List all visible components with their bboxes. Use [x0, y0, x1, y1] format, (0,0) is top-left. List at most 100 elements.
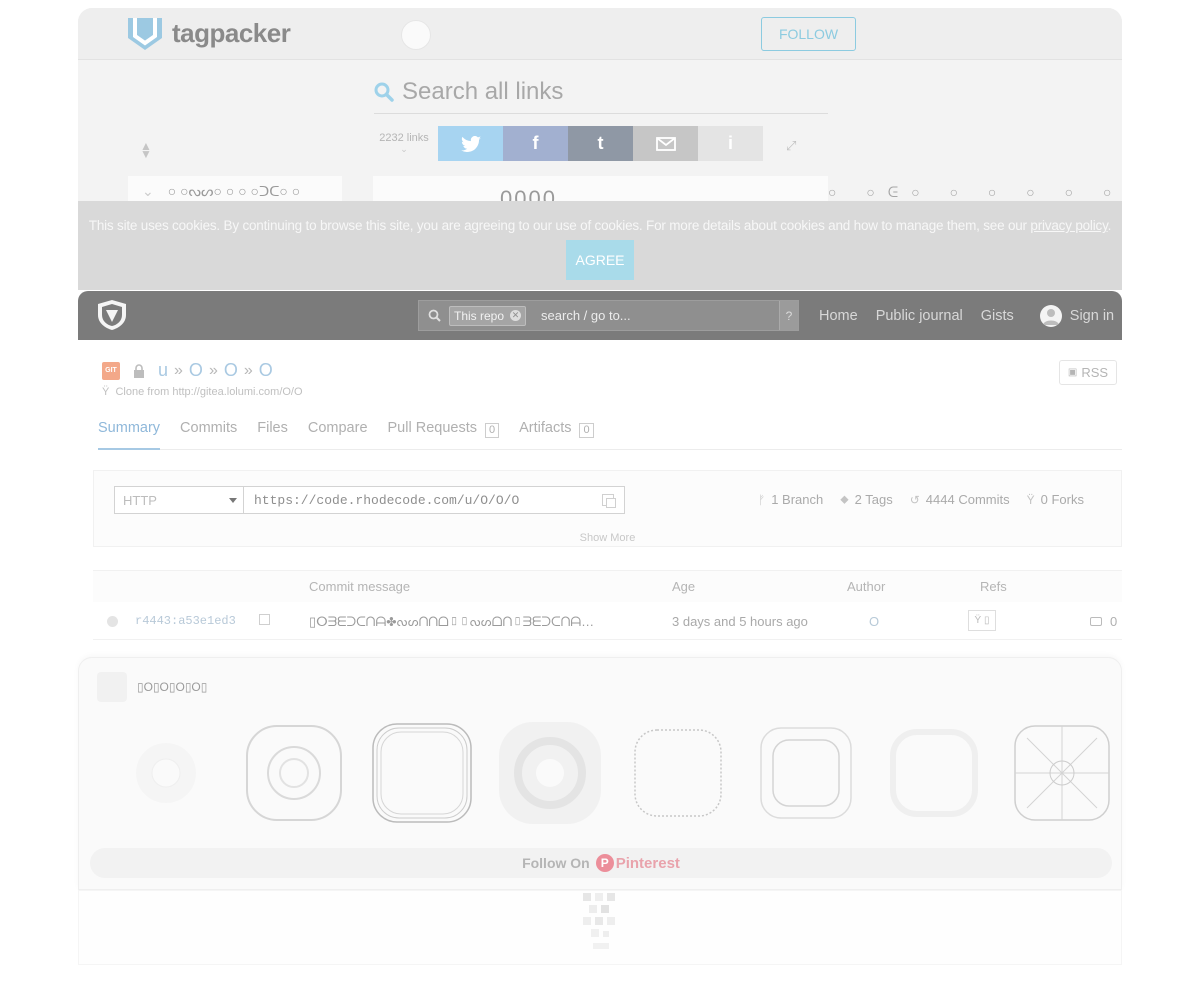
tab-summary[interactable]: Summary: [98, 420, 161, 450]
tagpacker-header: tagpacker FOLLOW: [78, 8, 1122, 60]
breadcrumb-repo[interactable]: O: [259, 360, 273, 381]
sort-icon[interactable]: ▲ ▼: [140, 140, 152, 160]
pin-thumbnail[interactable]: [623, 718, 733, 828]
tags-link[interactable]: ⬥ 2 Tags: [840, 492, 892, 507]
email-share-button[interactable]: [633, 126, 698, 161]
tab-artifacts[interactable]: Artifacts 0: [519, 420, 594, 450]
rss-icon: ▣: [1067, 367, 1078, 378]
pin-thumbnail[interactable]: [495, 718, 605, 828]
pin-thumbnail[interactable]: [367, 718, 477, 828]
tag-dots[interactable]: ○ ○ᕮ○ ○ ○ ○ ○ ○ ○ ○ ○ ○ ○ ○: [828, 184, 1122, 201]
comment-icon: [1090, 617, 1102, 626]
rhodecode-logo-icon[interactable]: [97, 299, 127, 331]
pinterest-logo: P Pinterest: [595, 854, 680, 872]
privacy-policy-link[interactable]: privacy policy: [1030, 218, 1107, 233]
close-icon[interactable]: ✕: [510, 310, 522, 321]
copy-icon[interactable]: [259, 614, 270, 625]
clone-protocol-select[interactable]: HTTP: [114, 486, 244, 514]
table-row[interactable]: r4443:a53e1ed3 ▯ⵔᗱᗴᑐᑕᑎᗩ✤ᔓᔕᑎᑎᗝ▯▯ᔓᔕᗝᑎ▯ᗱᗴᑐᑕ…: [93, 602, 1122, 640]
commits-table-header: Commit message Age Author Refs: [93, 570, 1122, 602]
commits-link[interactable]: ↺ 4444 Commits: [910, 492, 1010, 507]
breadcrumb-user[interactable]: u: [158, 360, 168, 381]
clone-url-value: https://code.rhodecode.com/u/O/O/O: [254, 492, 520, 508]
board-avatar: [97, 672, 127, 702]
links-search-input[interactable]: Search all links: [374, 70, 828, 114]
tab-label: Artifacts: [519, 420, 572, 436]
clone-url-box: HTTP https://code.rhodecode.com/u/O/O/O …: [93, 470, 1122, 547]
copy-icon[interactable]: [602, 494, 616, 508]
pin-thumbnail[interactable]: [879, 718, 989, 828]
commit-ref-badge[interactable]: Ÿ ▯: [968, 610, 996, 631]
search-icon: [419, 309, 449, 322]
header-commit-message: Commit message: [309, 579, 411, 594]
search-scope-chip[interactable]: This repo ✕: [449, 305, 527, 326]
fork-icon: Ÿ: [1026, 492, 1035, 507]
expand-icon[interactable]: ⤢: [786, 138, 800, 153]
pinterest-board-header[interactable]: ▯O▯O▯O▯O▯: [97, 672, 207, 702]
tab-label: Pull Requests: [387, 420, 477, 436]
history-icon: ↺: [909, 492, 920, 507]
comment-count-value: 0: [1110, 614, 1118, 629]
nav-gists-link[interactable]: Gists: [981, 308, 1014, 324]
pin-thumbnail[interactable]: [751, 718, 861, 828]
tab-label: Compare: [307, 420, 368, 436]
tagpacker-logo[interactable]: tagpacker: [126, 14, 291, 52]
clone-source: Ÿ Clone from http://gitea.lolumi.com/O/O: [102, 386, 303, 398]
tab-compare[interactable]: Compare: [308, 420, 368, 450]
follow-button[interactable]: FOLLOW: [761, 17, 856, 51]
clone-url-field[interactable]: https://code.rhodecode.com/u/O/O/O: [243, 486, 625, 514]
tag-list[interactable]: ○ ○ᔓᔕ○ ○ ○ ○ᑐᑕ○ ○: [168, 183, 301, 200]
follow-on-pinterest-button[interactable]: Follow On P Pinterest: [90, 848, 1112, 878]
tab-pull-requests[interactable]: Pull Requests 0: [388, 420, 500, 450]
tab-files[interactable]: Files: [257, 420, 288, 450]
search-help-button[interactable]: ?: [779, 301, 798, 330]
tab-label: Commits: [180, 420, 238, 436]
commit-author[interactable]: O: [869, 614, 879, 629]
search-placeholder: search / go to...: [541, 308, 631, 323]
sign-in-link[interactable]: Sign in: [1039, 304, 1114, 327]
comment-count[interactable]: 0: [1090, 614, 1117, 629]
pin-thumbnail[interactable]: [239, 718, 349, 828]
agree-button[interactable]: AGREE: [566, 240, 634, 280]
email-icon: [655, 136, 676, 151]
repo-summary-page: GIT u » O » O » O Ÿ Clone from http://gi…: [78, 340, 1122, 660]
breadcrumb-separator: »: [208, 361, 218, 379]
tagpacker-logo-text: tagpacker: [172, 17, 291, 48]
show-more-link[interactable]: Show More: [94, 532, 1121, 544]
tab-commits[interactable]: Commits: [180, 420, 237, 450]
tags-count: 2 Tags: [854, 492, 893, 507]
forks-count: 0 Forks: [1040, 492, 1084, 507]
commits-table: Commit message Age Author Refs r4443:a53…: [93, 570, 1122, 640]
rss-button[interactable]: ▣ RSS: [1059, 360, 1117, 385]
status-icon: [107, 616, 118, 627]
tab-label: Files: [257, 420, 288, 436]
facebook-icon: f: [532, 133, 539, 153]
user-avatar[interactable]: [401, 20, 431, 50]
repo-tabs: Summary Commits Files Compare Pull Reque…: [98, 420, 1122, 450]
header-age: Age: [672, 579, 696, 594]
breadcrumb-group-2[interactable]: O: [224, 360, 238, 381]
nav-home-link[interactable]: Home: [819, 308, 858, 324]
link-count[interactable]: 2232 links ⌄: [374, 132, 434, 155]
breadcrumb-group-1[interactable]: O: [189, 360, 203, 381]
repo-search-input[interactable]: This repo ✕ search / go to... ?: [418, 300, 799, 331]
cookie-text: This site uses cookies. By continuing to…: [78, 218, 1122, 233]
pin-thumbnail[interactable]: [111, 718, 221, 828]
more-share-button[interactable]: i: [698, 126, 763, 161]
tag-icon: ⬥: [840, 492, 849, 506]
pinterest-board-widget: ▯O▯O▯O▯O▯ Follow On P Pinterest: [78, 657, 1122, 890]
pinterest-brand: Pinterest: [615, 854, 680, 872]
header-refs: Refs: [980, 579, 1007, 594]
tumblr-share-button[interactable]: t: [568, 126, 633, 161]
twitter-share-button[interactable]: [438, 126, 503, 161]
pin-thumbnail[interactable]: [1007, 718, 1117, 828]
facebook-share-button[interactable]: f: [503, 126, 568, 161]
commit-message[interactable]: ▯ⵔᗱᗴᑐᑕᑎᗩ✤ᔓᔕᑎᑎᗝ▯▯ᔓᔕᗝᑎ▯ᗱᗴᑐᑕᑎᗩ…: [309, 614, 604, 630]
branches-link[interactable]: ᚠ 1 Branch: [758, 492, 823, 507]
share-buttons: f t i: [438, 126, 763, 161]
nav-journal-link[interactable]: Public journal: [876, 308, 963, 324]
chevron-down-icon[interactable]: ⌄: [142, 183, 154, 200]
commit-hash-link[interactable]: r4443:a53e1ed3: [135, 614, 236, 628]
tab-count-badge: 0: [484, 423, 500, 438]
forks-link[interactable]: Ÿ 0 Forks: [1027, 492, 1084, 507]
